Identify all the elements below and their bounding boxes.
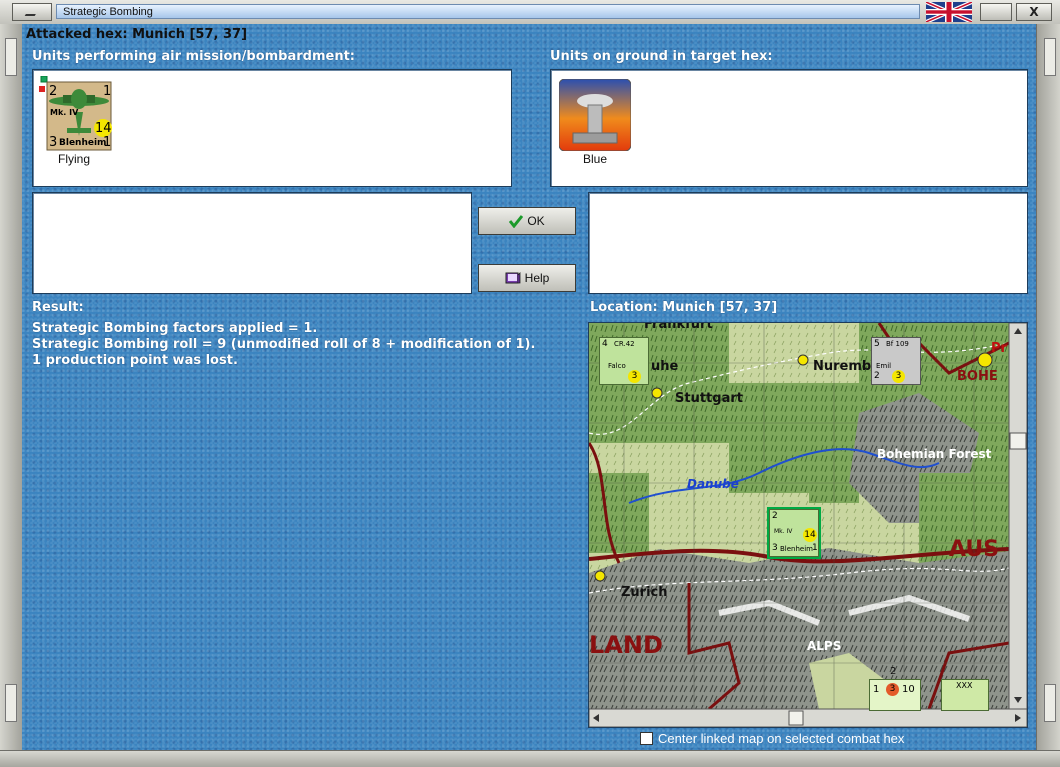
falco-counter[interactable]: 4 CR.42 Falco 3 [599, 337, 649, 385]
ground-details-panel [588, 192, 1028, 294]
help-button[interactable]: Help [478, 264, 576, 292]
blenheim-unit[interactable]: 2 1 Mk. IV 14 3 Blenheim 1 [39, 75, 113, 152]
ok-button[interactable]: OK [478, 207, 576, 235]
rail-handle [1044, 684, 1056, 722]
counter-badge: 14 [803, 528, 817, 542]
counter-name: Falco [608, 362, 626, 370]
map-label-stuttgart: Stuttgart [675, 391, 743, 406]
counter-model: CR.42 [614, 340, 635, 348]
air-details-panel [32, 192, 472, 294]
unit-stat-top-left: 2 [49, 84, 58, 99]
help-book-icon [505, 272, 521, 284]
help-label: Help [524, 271, 550, 285]
center-map-label: Center linked map on selected combat hex [658, 731, 905, 746]
center-map-checkbox[interactable] [640, 732, 653, 745]
bf109-counter[interactable]: 5 Bf 109 Emil 2 3 [871, 337, 921, 385]
blenheim-map-counter[interactable]: 2 Mk. IV 3 Blenheim 1 14 [769, 509, 819, 557]
unit-badge: 14 [95, 121, 112, 136]
air-units-panel: 2 1 Mk. IV 14 3 Blenheim 1 Flying [32, 69, 512, 187]
checkmark-icon [509, 215, 524, 228]
unit-model: Mk. IV [50, 108, 79, 117]
counter-stat: 2 [874, 371, 880, 381]
map-label-frankfurt: Frankfurt [644, 322, 713, 332]
counter-badge: 3 [886, 683, 899, 696]
unit-stat-top-right: 1 [103, 84, 112, 99]
unit-stat-bottom-right: 1 [103, 135, 112, 150]
result-title: Result: [32, 300, 84, 315]
blue-target-unit[interactable] [558, 78, 632, 152]
map-label-karlsruhe: uhe [651, 359, 679, 374]
right-frame-rail [1036, 24, 1060, 754]
unit-name: Blenheim [59, 138, 107, 148]
counter-stat: 5 [874, 339, 880, 349]
rail-handle [5, 684, 17, 722]
ok-label: OK [527, 214, 545, 228]
counter-stat: 4 [602, 339, 608, 349]
counter-model: Mk. IV [774, 528, 793, 535]
unit-status-blue: Blue [582, 152, 608, 166]
counter-stat: 1 [873, 684, 880, 695]
map-label-bohemian-forest: Bohemian Forest [877, 447, 992, 461]
counter-stat: 3 [772, 543, 778, 553]
counter-stat: 1 [812, 543, 818, 553]
result-line: 1 production point was lost. [32, 353, 238, 368]
ground-units-title: Units on ground in target hex: [550, 49, 773, 64]
map-label-zurich: Zurich [621, 585, 668, 600]
window-menu-button[interactable] [980, 3, 1012, 21]
attacked-hex-title: Attacked hex: Munich [57, 37] [26, 27, 248, 42]
minimize-button[interactable] [12, 3, 52, 21]
map-label-land: LAND [589, 631, 663, 659]
counter-size: XXX [956, 681, 973, 690]
map-label-nuremberg: Nuremb [813, 359, 872, 374]
map-label-danube: Danube [687, 477, 739, 491]
counter-badge: 3 [628, 370, 641, 383]
counter-name: Blenheim [780, 545, 813, 553]
counter-badge: 3 [892, 370, 905, 383]
map-label-aus: AUS [949, 537, 1000, 562]
dialog-content: Attacked hex: Munich [57, 37] Units perf… [22, 24, 1036, 750]
bottom-frame [0, 750, 1060, 767]
title-bar: Strategic Bombing X [0, 0, 1060, 25]
center-map-option[interactable]: Center linked map on selected combat hex [640, 731, 904, 746]
result-line: Strategic Bombing roll = 9 (unmodified r… [32, 337, 536, 352]
map-label-pr: Pr [991, 341, 1007, 356]
counter-name: Emil [876, 362, 892, 370]
counter-stat: 10 [902, 684, 915, 695]
uk-flag-icon[interactable] [926, 2, 972, 22]
counter-model: Bf 109 [886, 340, 909, 348]
ground-units-panel: Blue [550, 69, 1028, 187]
rail-handle [1044, 38, 1056, 76]
result-line: Strategic Bombing factors applied = 1. [32, 321, 318, 336]
map-label-bohe: BOHE [957, 369, 998, 384]
factory-target-icon [558, 78, 632, 152]
rail-handle [5, 38, 17, 76]
map-label-alps: ALPS [807, 639, 842, 653]
unit-status-flying: Flying [57, 152, 90, 166]
air-units-title: Units performing air mission/bombardment… [32, 49, 356, 64]
xxx-counter[interactable]: XXX [941, 679, 989, 711]
window-title: Strategic Bombing [56, 4, 920, 19]
counter-stat: 2 [772, 511, 778, 521]
infantry-counter[interactable]: 2 1 3 10 [869, 666, 921, 711]
location-title: Location: Munich [57, 37] [590, 300, 778, 315]
left-frame-rail [0, 24, 23, 754]
counter-stack: 2 [890, 666, 897, 677]
unit-stat-bottom-left: 3 [49, 135, 58, 150]
close-button[interactable]: X [1016, 3, 1052, 21]
linked-map[interactable]: Frankfurt uhe Stuttgart Nuremb Bohemian … [588, 322, 1028, 728]
